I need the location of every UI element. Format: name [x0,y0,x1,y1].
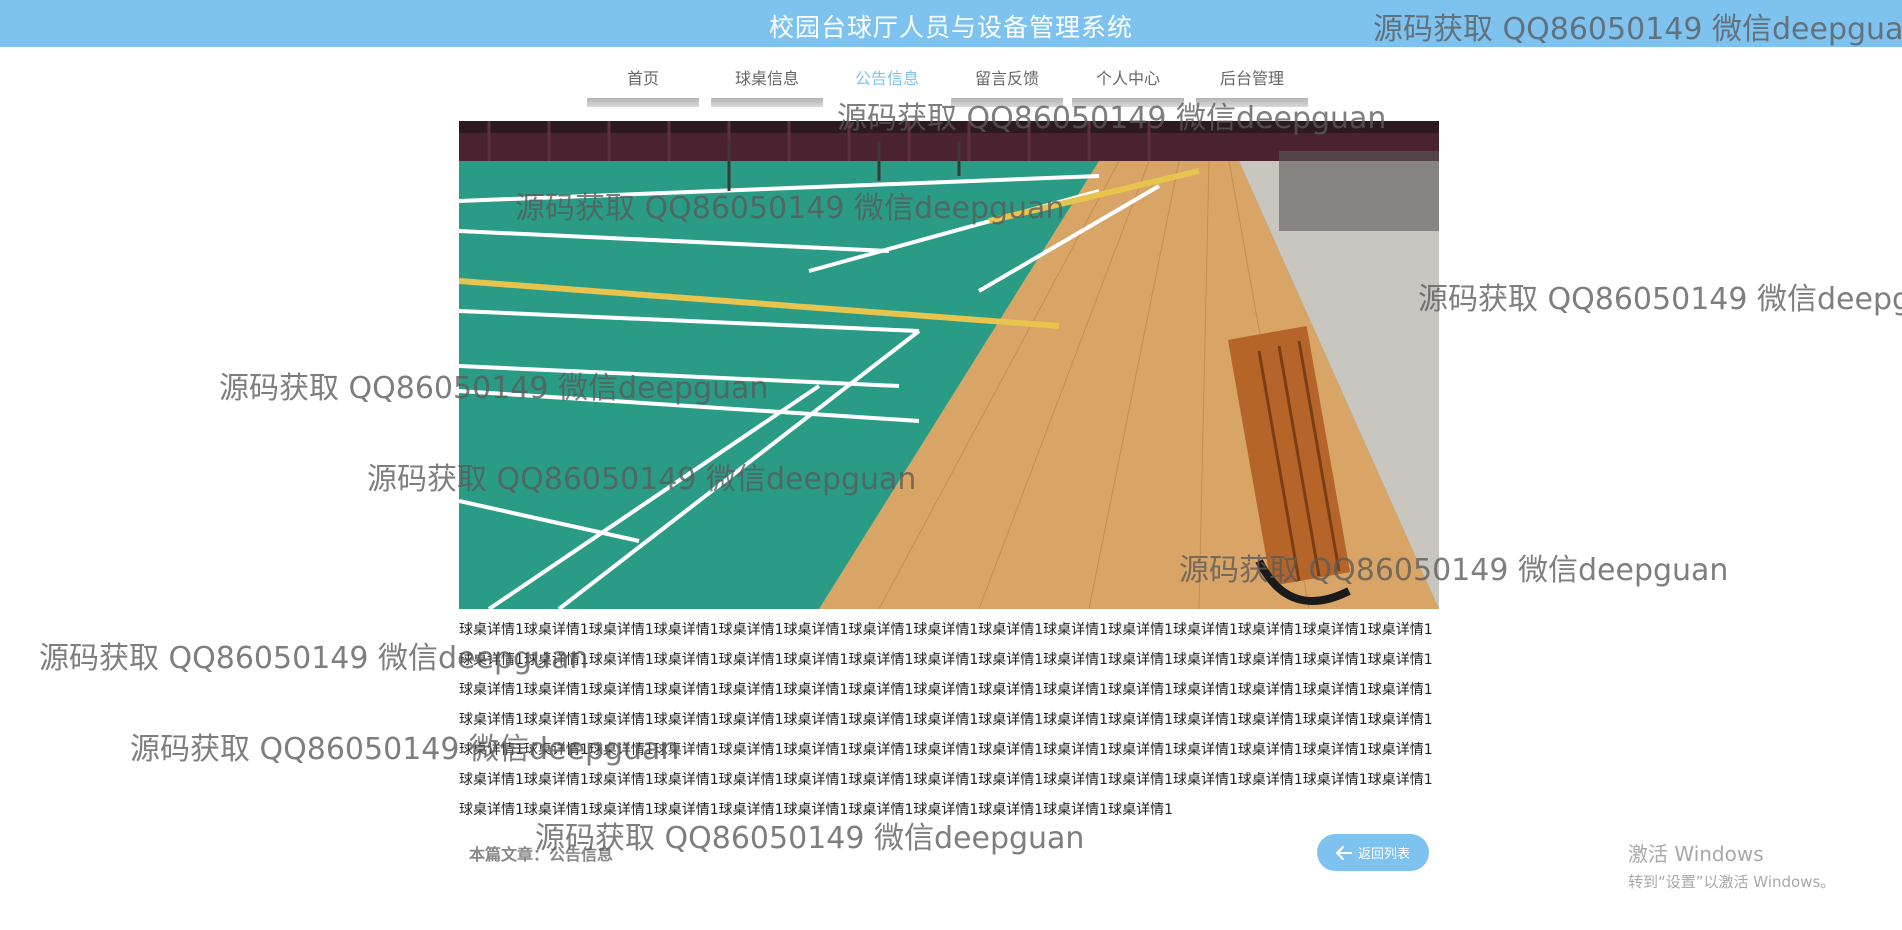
nav-item-label: 公告信息 [854,69,919,88]
nav-underline [831,98,943,107]
nav-item-feedback[interactable]: 留言反馈 [951,68,1063,107]
nav-underline [1196,98,1308,107]
nav-item-label: 球桌信息 [734,69,799,88]
back-to-list-label: 返回列表 [1357,847,1410,862]
activation-subtitle: 转到“设置”以激活 Windows。 [1628,873,1836,891]
nav-item-notices[interactable]: 公告信息 [831,68,943,107]
nav-underline [951,98,1063,107]
nav-item-label: 个人中心 [1095,69,1160,88]
nav-underline [711,98,823,107]
nav-underline [1072,98,1184,107]
nav-item-label: 留言反馈 [974,69,1039,88]
nav-item-profile[interactable]: 个人中心 [1072,68,1184,107]
article-body: 球桌详情1球桌详情1球桌详情1球桌详情1球桌详情1球桌详情1球桌详情1球桌详情1… [459,622,1433,818]
arrow-left-icon [1335,845,1352,860]
back-to-list-button[interactable]: 返回列表 [1317,834,1429,871]
nav-item-admin[interactable]: 后台管理 [1196,68,1308,107]
article-meta: 本篇文章：公告信息 [469,845,614,864]
activation-title: 激活 Windows [1628,842,1764,866]
nav-item-label: 首页 [626,69,659,88]
nav-item-tables[interactable]: 球桌信息 [711,68,823,107]
nav-item-label: 后台管理 [1219,69,1284,88]
nav-item-home[interactable]: 首页 [587,68,699,107]
nav-underline [587,98,699,107]
windows-activation-notice: 激活 Windows 转到“设置”以激活 Windows。 [1628,838,1835,892]
main-nav: 首页 球桌信息 公告信息 留言反馈 个人中心 后台管理 [0,68,1902,112]
top-header: 校园台球厅人员与设备管理系统 [0,0,1902,47]
watermark-text: 源码获取 QQ86050149 微信deepguan [1418,282,1902,317]
article-cover-image [459,121,1439,609]
site-title: 校园台球厅人员与设备管理系统 [768,13,1133,42]
